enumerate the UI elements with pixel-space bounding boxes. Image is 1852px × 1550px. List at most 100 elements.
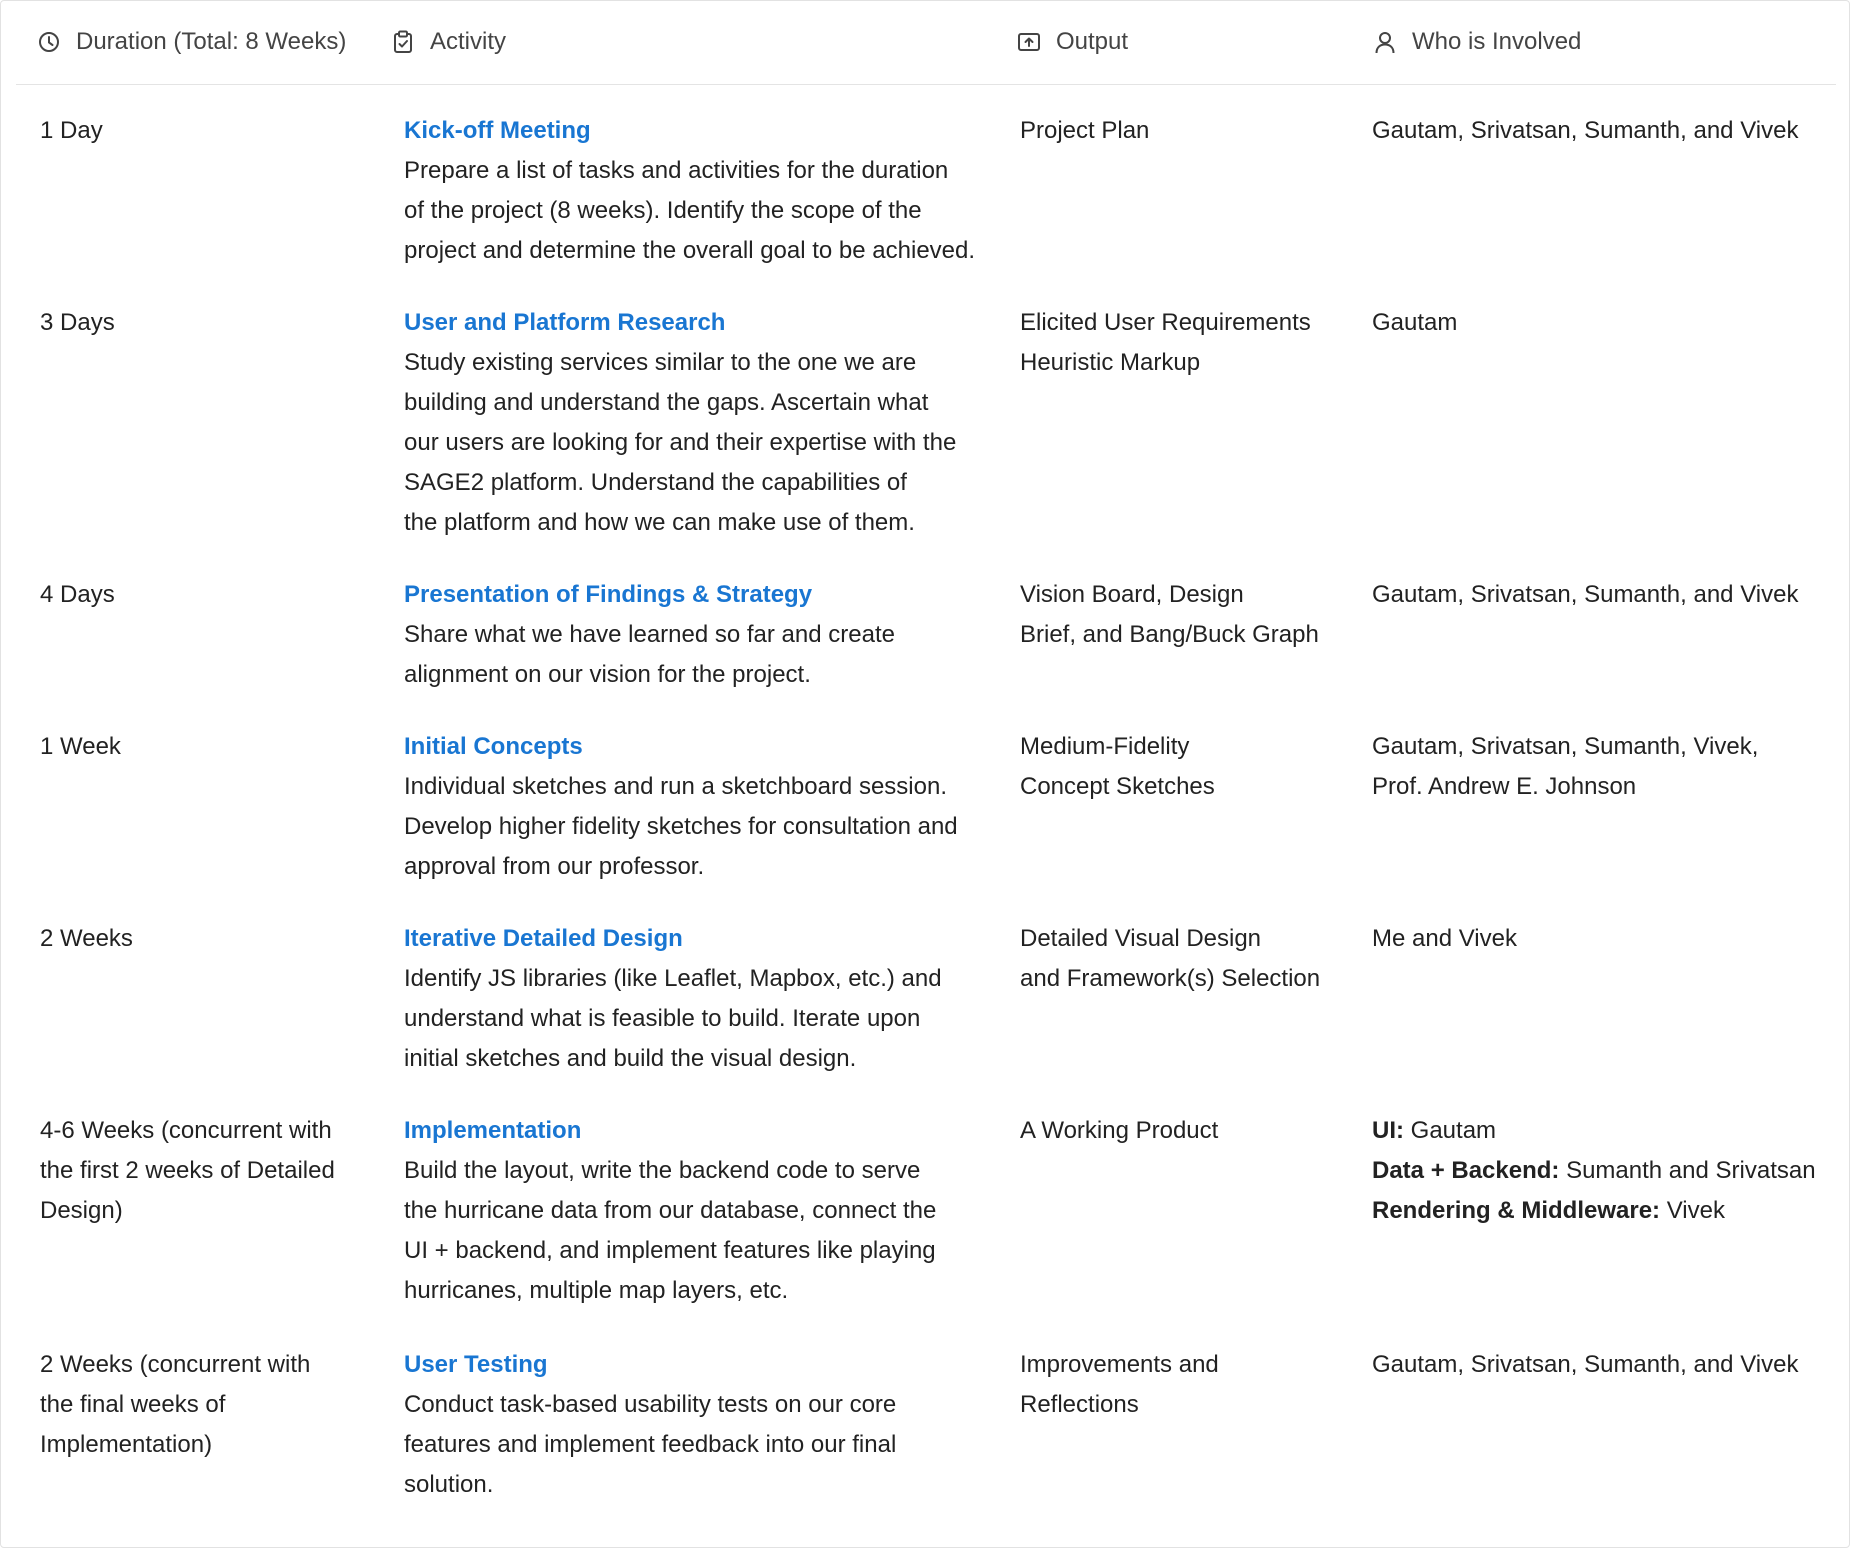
activity-desc-line: initial sketches and build the visual de… <box>404 1045 857 1072</box>
who-cell: Gautam, Srivatsan, Sumanth, Vivek, Prof.… <box>1372 727 1836 807</box>
activity-desc-line: the hurricane data from our database, co… <box>404 1197 937 1224</box>
who-cell: Gautam <box>1372 303 1836 343</box>
output-cell: Project Plan <box>1016 111 1372 151</box>
table-row: 4-6 Weeks (concurrent with the first 2 w… <box>16 1111 1836 1345</box>
output-text: Heuristic Markup <box>1020 349 1201 376</box>
activity-title-link[interactable]: User Testing <box>404 1345 996 1385</box>
table-row: 4 Days Presentation of Findings & Strate… <box>16 575 1836 727</box>
who-role-line: UI: Gautam <box>1372 1111 1836 1151</box>
activity-desc-line: understand what is feasible to build. It… <box>404 1005 921 1032</box>
who-text: Gautam, Srivatsan, Sumanth, and Vivek <box>1372 1351 1799 1378</box>
output-cell: Detailed Visual Design and Framework(s) … <box>1016 919 1372 999</box>
who-text: Gautam, Srivatsan, Sumanth, Vivek, <box>1372 733 1759 760</box>
activity-desc-line: Share what we have learned so far and cr… <box>404 621 895 648</box>
output-text: Concept Sketches <box>1020 773 1215 800</box>
duration-text: the final weeks of <box>40 1391 226 1418</box>
output-text: Reflections <box>1020 1391 1139 1418</box>
who-text: Gautam, Srivatsan, Sumanth, and Vivek <box>1372 581 1799 608</box>
duration-cell: 2 Weeks (concurrent with the final weeks… <box>16 1345 390 1465</box>
header-who: Who is Involved <box>1372 28 1836 56</box>
who-text: Gautam <box>1372 309 1458 336</box>
activity-desc-line: features and implement feedback into our… <box>404 1431 897 1458</box>
duration-text: 2 Weeks <box>40 925 133 952</box>
output-text: Project Plan <box>1020 117 1150 144</box>
activity-desc-line: of the project (8 weeks). Identify the s… <box>404 197 922 224</box>
who-role-value: Vivek <box>1660 1197 1725 1224</box>
output-text: Improvements and <box>1020 1351 1219 1378</box>
table-row: 3 Days User and Platform Research Study … <box>16 303 1836 575</box>
activity-desc-line: Develop higher fidelity sketches for con… <box>404 813 958 840</box>
duration-cell: 3 Days <box>16 303 390 343</box>
output-cell: A Working Product <box>1016 1111 1372 1151</box>
header-who-label: Who is Involved <box>1412 28 1582 55</box>
activity-cell: User Testing Conduct task-based usabilit… <box>390 1345 1016 1505</box>
table-body: 1 Day Kick-off Meeting Prepare a list of… <box>16 85 1836 1545</box>
header-output-label: Output <box>1056 28 1129 55</box>
activity-desc-line: Study existing services similar to the o… <box>404 349 917 376</box>
activity-desc-line: solution. <box>404 1471 494 1498</box>
who-text: Prof. Andrew E. Johnson <box>1372 773 1637 800</box>
output-text: Detailed Visual Design <box>1020 925 1262 952</box>
upload-box-icon <box>1016 29 1042 55</box>
duration-cell: 2 Weeks <box>16 919 390 959</box>
who-text: Gautam, Srivatsan, Sumanth, and Vivek <box>1372 117 1799 144</box>
activity-title-link[interactable]: Implementation <box>404 1111 996 1151</box>
activity-cell: Kick-off Meeting Prepare a list of tasks… <box>390 111 1016 271</box>
who-role-line: Data + Backend: Sumanth and Srivatsan <box>1372 1151 1836 1191</box>
activity-desc-line: Prepare a list of tasks and activities f… <box>404 157 949 184</box>
table-header: Duration (Total: 8 Weeks) Activity Outpu… <box>16 0 1836 85</box>
activity-title-link[interactable]: Initial Concepts <box>404 727 996 767</box>
who-role-value: Sumanth and Srivatsan <box>1559 1157 1816 1184</box>
who-text: Me and Vivek <box>1372 925 1517 952</box>
table-row: 1 Day Kick-off Meeting Prepare a list of… <box>16 111 1836 303</box>
activity-desc-line: project and determine the overall goal t… <box>404 237 976 264</box>
output-cell: Vision Board, Design Brief, and Bang/Buc… <box>1016 575 1372 655</box>
activity-cell: Iterative Detailed Design Identify JS li… <box>390 919 1016 1079</box>
duration-text: 1 Day <box>40 117 103 144</box>
table-row: 2 Weeks Iterative Detailed Design Identi… <box>16 919 1836 1111</box>
who-role-label: Data + Backend: <box>1372 1157 1560 1184</box>
duration-cell: 4 Days <box>16 575 390 615</box>
activity-desc-line: SAGE2 platform. Understand the capabilit… <box>404 469 907 496</box>
who-role-label: UI: <box>1372 1117 1404 1144</box>
who-role-label: Rendering & Middleware: <box>1372 1197 1661 1224</box>
activity-desc-line: Identify JS libraries (like Leaflet, Map… <box>404 965 942 992</box>
activity-cell: Implementation Build the layout, write t… <box>390 1111 1016 1311</box>
output-text: Brief, and Bang/Buck Graph <box>1020 621 1319 648</box>
duration-text: the first 2 weeks of Detailed <box>40 1157 335 1184</box>
activity-desc-line: the platform and how we can make use of … <box>404 509 915 536</box>
header-activity: Activity <box>390 28 1016 56</box>
who-role-value: Gautam <box>1404 1117 1497 1144</box>
header-duration: Duration (Total: 8 Weeks) <box>16 28 390 56</box>
header-output: Output <box>1016 28 1372 56</box>
activity-title-link[interactable]: User and Platform Research <box>404 303 996 343</box>
who-role-line: Rendering & Middleware: Vivek <box>1372 1191 1836 1231</box>
who-cell: Gautam, Srivatsan, Sumanth, and Vivek <box>1372 1345 1836 1385</box>
header-duration-label: Duration (Total: 8 Weeks) <box>76 28 347 55</box>
activity-cell: Initial Concepts Individual sketches and… <box>390 727 1016 887</box>
activity-title-link[interactable]: Presentation of Findings & Strategy <box>404 575 996 615</box>
header-activity-label: Activity <box>430 28 507 55</box>
table-row: 2 Weeks (concurrent with the final weeks… <box>16 1345 1836 1545</box>
duration-text: 3 Days <box>40 309 115 336</box>
duration-text: Design) <box>40 1197 123 1224</box>
activity-desc-line: our users are looking for and their expe… <box>404 429 957 456</box>
activity-title-link[interactable]: Iterative Detailed Design <box>404 919 996 959</box>
duration-cell: 4-6 Weeks (concurrent with the first 2 w… <box>16 1111 390 1231</box>
activity-desc-line: Build the layout, write the backend code… <box>404 1157 921 1184</box>
output-text: and Framework(s) Selection <box>1020 965 1321 992</box>
clock-icon <box>36 29 62 55</box>
output-cell: Elicited User Requirements Heuristic Mar… <box>1016 303 1372 383</box>
activity-title-link[interactable]: Kick-off Meeting <box>404 111 996 151</box>
table-row: 1 Week Initial Concepts Individual sketc… <box>16 727 1836 919</box>
activity-cell: User and Platform Research Study existin… <box>390 303 1016 543</box>
person-icon <box>1372 29 1398 55</box>
activity-desc-line: alignment on our vision for the project. <box>404 661 811 688</box>
output-cell: Medium-Fidelity Concept Sketches <box>1016 727 1372 807</box>
clipboard-check-icon <box>390 29 416 55</box>
output-text: A Working Product <box>1020 1117 1219 1144</box>
activity-desc-line: UI + backend, and implement features lik… <box>404 1237 936 1264</box>
activity-desc-line: Individual sketches and run a sketchboar… <box>404 773 947 800</box>
who-cell: Gautam, Srivatsan, Sumanth, and Vivek <box>1372 111 1836 151</box>
duration-text: 1 Week <box>40 733 121 760</box>
